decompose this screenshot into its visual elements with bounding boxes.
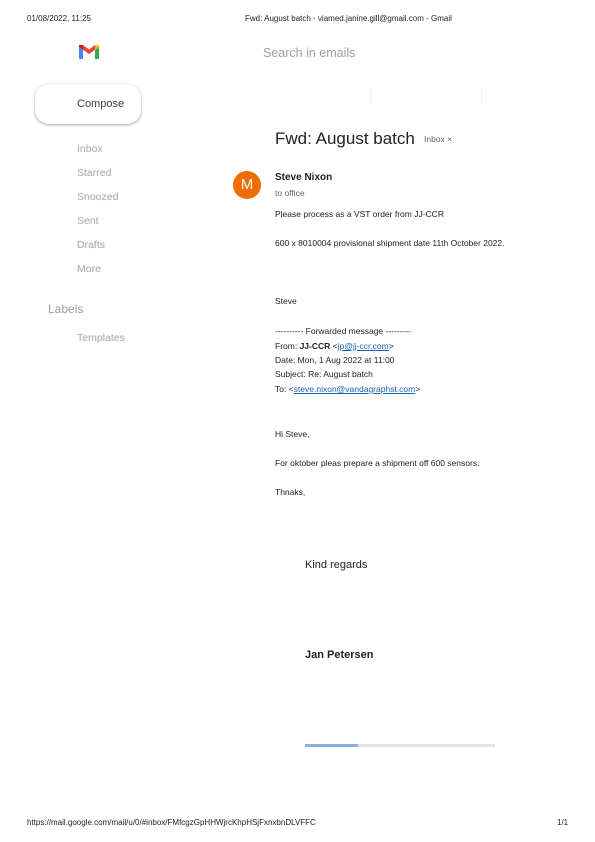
toolbar-divider	[370, 88, 371, 104]
sidebar-item-drafts[interactable]: Drafts	[77, 239, 105, 251]
signature-name: Jan Petersen	[305, 649, 374, 661]
print-page-number: 1/1	[557, 818, 569, 827]
sidebar-label-templates[interactable]: Templates	[77, 332, 125, 344]
to-prefix: To: <	[275, 384, 294, 394]
thanks-text: Thnaks,	[275, 487, 306, 497]
search-input[interactable]: Search in emails	[263, 46, 355, 60]
sidebar-item-snoozed[interactable]: Snoozed	[77, 191, 118, 203]
toolbar-divider	[481, 88, 482, 104]
greeting: Hi Steve,	[275, 429, 310, 439]
from-name: JJ-CCR	[299, 341, 331, 351]
to-email-link[interactable]: steve.nixon@vandagraphst.com	[294, 384, 416, 394]
print-url: https://mail.google.com/mail/u/0/#inbox/…	[27, 818, 316, 827]
forwarded-date: Date: Mon, 1 Aug 2022 at 11:00	[275, 355, 395, 365]
from-open: <	[330, 341, 338, 351]
from-close: >	[388, 341, 394, 351]
body-sign: Steve	[275, 296, 297, 306]
forwarded-header: ---------- Forwarded message ---------	[275, 326, 411, 336]
inbox-label-chip[interactable]: Inbox ×	[424, 134, 452, 144]
gmail-logo-icon[interactable]	[78, 43, 100, 61]
labels-heading: Labels	[48, 302, 84, 316]
recipient-line[interactable]: to office	[275, 188, 305, 198]
from-prefix: From:	[275, 341, 300, 351]
sender-name[interactable]: Steve Nixon	[275, 172, 332, 183]
to-close: >	[415, 384, 421, 394]
email-subject: Fwd: August batch	[275, 129, 415, 148]
avatar[interactable]: M	[233, 171, 261, 199]
request-text: For oktober pleas prepare a shipment off…	[275, 458, 480, 468]
body-detail: 600 x 8010004 provisional shipment date …	[275, 238, 505, 248]
sidebar-item-sent[interactable]: Sent	[77, 215, 99, 227]
forwarded-to: To: <steve.nixon@vandagraphst.com>	[275, 384, 420, 394]
signature-footer-cutoff	[305, 740, 495, 748]
print-datetime: 01/08/2022, 11:25	[27, 14, 91, 23]
compose-label: Compose	[77, 98, 125, 110]
forwarded-from: From: JJ-CCR <jp@jj-ccr.com>	[275, 341, 394, 351]
sidebar-item-inbox[interactable]: Inbox	[77, 143, 103, 155]
print-page-title: Fwd: August batch - viamed.janine.gill@g…	[245, 14, 452, 23]
from-email-link[interactable]: jp@jj-ccr.com	[338, 341, 389, 351]
compose-button[interactable]: Compose	[35, 84, 141, 124]
kind-regards: Kind regards	[305, 559, 368, 571]
forwarded-subject: Subject: Re: August batch	[275, 369, 373, 379]
body-intro: Please process as a VST order from JJ-CC…	[275, 209, 444, 219]
sidebar-item-more[interactable]: More	[77, 263, 101, 275]
sidebar-item-starred[interactable]: Starred	[77, 167, 111, 179]
